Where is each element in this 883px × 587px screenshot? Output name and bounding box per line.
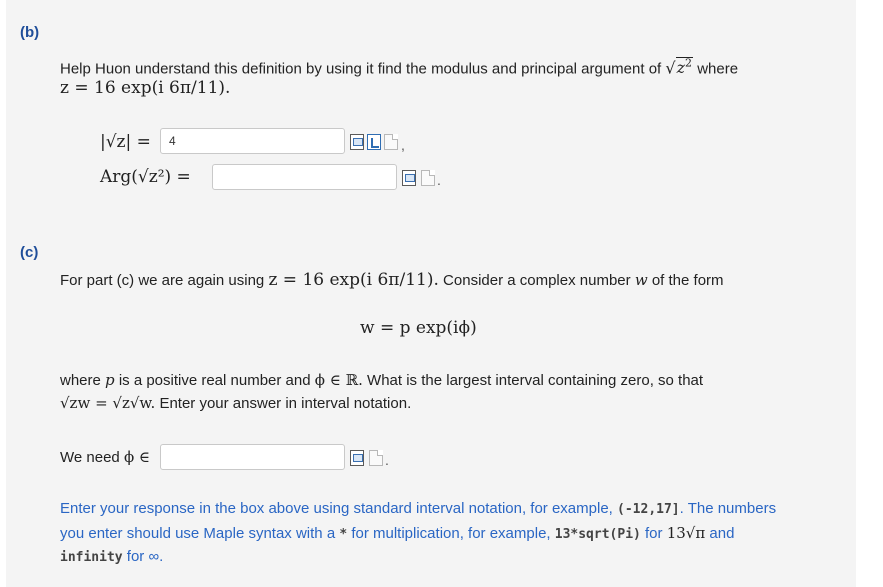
help-icon[interactable] — [367, 134, 381, 150]
hint-line2-d: and — [709, 525, 735, 542]
preview-icon[interactable] — [350, 450, 364, 466]
part-c-intro-start: For part (c) we are again using — [60, 272, 265, 289]
hint-infinity-code: infinity — [60, 550, 123, 565]
comma: , — [401, 137, 405, 153]
hint-line3-b: for ∞. — [126, 548, 164, 565]
part-c-where: where p is a positive real number and ϕ … — [60, 371, 703, 389]
hint-example-interval: (-12,17] — [617, 502, 680, 517]
sqrt-identity: √zw = √z√w. — [60, 394, 156, 412]
hint-line1-b: . The numbers — [679, 500, 777, 517]
hint-example-sqrt: 13*sqrt(Pi) — [554, 527, 641, 542]
document-icon — [369, 450, 383, 466]
preview-icon[interactable] — [350, 134, 364, 150]
part-c-intro-tail: of the form — [651, 272, 724, 289]
part-b-prompt-text: Help Huon understand this definition by … — [60, 60, 662, 78]
part-c-z-definition: z = 16 exp(i 6π/11). — [268, 270, 439, 290]
part-b-prompt: Help Huon understand this definition by … — [60, 57, 739, 78]
part-c-intro-end: Consider a complex number — [443, 272, 631, 289]
phi-in: ϕ ∈ — [123, 448, 151, 466]
where-text-1: where — [60, 372, 101, 389]
enter-interval-text: Enter your answer in interval notation. — [159, 395, 412, 412]
hint-line1-a: Enter your response in the box above usi… — [60, 500, 613, 517]
document-icon — [421, 170, 435, 186]
sqrt-z-squared: √z2 — [665, 57, 694, 78]
part-c-intro: For part (c) we are again using z = 16 e… — [60, 270, 724, 290]
hint-line2-c: for — [645, 525, 663, 542]
hint-line-3: infinity for ∞. — [60, 548, 163, 565]
modulus-input[interactable]: 4 — [160, 128, 345, 154]
p-variable: p — [105, 371, 115, 389]
hint-line-1: Enter your response in the box above usi… — [60, 500, 776, 517]
part-b-label: (b) — [20, 24, 40, 41]
part-c-identity-line: √zw = √z√w. Enter your answer in interva… — [60, 394, 411, 412]
we-need-label: We need ϕ ∈ — [60, 448, 150, 466]
part-b-where: where — [697, 60, 739, 78]
arg-label: Arg(√z²) = — [100, 167, 191, 187]
w-formula: w = p exp(iϕ) — [360, 318, 477, 338]
hint-line2-a: you enter should use Maple syntax with a — [60, 525, 336, 542]
part-b-z-definition: z = 16 exp(i 6π/11). — [60, 78, 231, 98]
part-c-label: (c) — [20, 244, 39, 261]
where-text-2: is a positive real number and — [118, 372, 311, 389]
period: . — [385, 452, 389, 468]
interval-input[interactable] — [160, 444, 345, 470]
arg-input[interactable] — [212, 164, 397, 190]
hint-mult-symbol: * — [339, 527, 348, 542]
hint-math-example: 13√π — [666, 524, 706, 542]
period: . — [437, 172, 441, 188]
we-need-text: We need — [60, 449, 120, 466]
modulus-label: |√z| = — [100, 132, 151, 152]
document-icon — [384, 134, 398, 150]
w-variable: w — [634, 271, 648, 289]
where-text-3: What is the largest interval containing … — [367, 372, 704, 389]
phi-in-reals: ϕ ∈ ℝ. — [314, 371, 363, 389]
hint-line2-b: for multiplication, for example, — [351, 525, 551, 542]
hint-line-2: you enter should use Maple syntax with a… — [60, 524, 734, 542]
preview-icon[interactable] — [402, 170, 416, 186]
